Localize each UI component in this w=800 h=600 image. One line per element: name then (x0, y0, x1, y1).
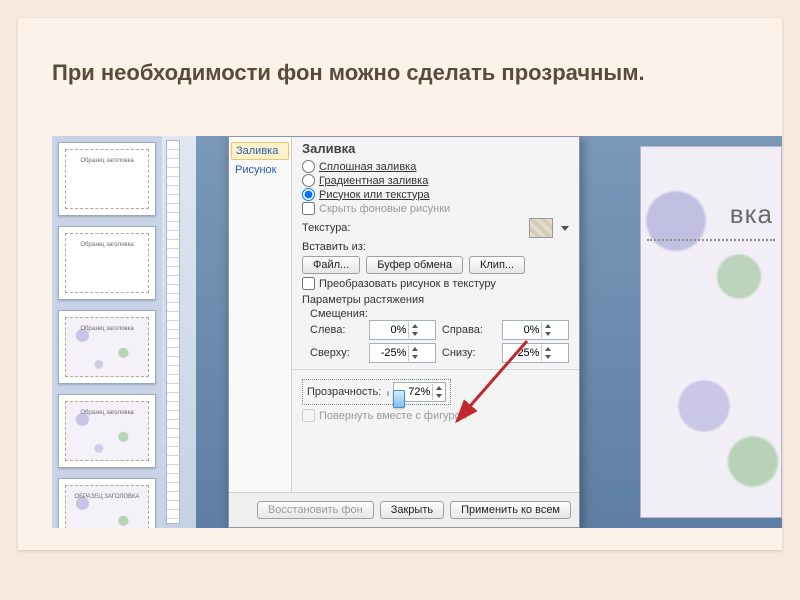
slide-thumbnail-panel: Образец заголовка Образец заголовка Обра… (52, 136, 163, 528)
screenshot-region: Образец заголовка Образец заголовка Обра… (52, 136, 782, 528)
spinner-up-icon[interactable] (433, 384, 445, 392)
vertical-ruler (162, 136, 197, 528)
offset-top-input[interactable] (370, 347, 408, 359)
dialog-content: Заливка Сплошная заливка Градиентная зал… (292, 137, 579, 493)
slide-thumbnail[interactable]: Образец заголовка (58, 142, 156, 216)
radio-gradient-fill-label: Градиентная заливка (319, 175, 428, 187)
checkbox-rotate-with-shape-label: Повернуть вместе с фигурой (319, 410, 467, 422)
thumbnail-caption: Образец заголовка (74, 410, 140, 416)
reset-background-button[interactable]: Восстановить фон (257, 501, 374, 519)
insert-from-label: Вставить из: (302, 241, 569, 253)
offset-top-spinner[interactable] (369, 343, 436, 363)
checkbox-tile-picture[interactable] (302, 277, 315, 290)
format-background-dialog: Заливка Рисунок Заливка Сплошная заливка… (228, 136, 580, 528)
spinner-down-icon[interactable] (542, 330, 554, 338)
slide-text-fragment: вка (730, 199, 773, 230)
dialog-nav-picture[interactable]: Рисунок (229, 161, 291, 179)
checkbox-rotate-with-shape (302, 409, 315, 422)
spinner-up-icon[interactable] (542, 322, 554, 330)
thumbnail-caption: Образец заголовка (74, 326, 140, 332)
placeholder-divider-icon (647, 239, 775, 241)
dialog-nav: Заливка Рисунок (229, 137, 292, 493)
offset-top-label: Сверху: (310, 347, 363, 359)
stretch-options-heading: Параметры растяжения (302, 294, 569, 306)
offset-left-label: Слева: (310, 324, 363, 336)
slide-thumbnail[interactable]: Образец заголовка (58, 226, 156, 300)
spinner-down-icon[interactable] (409, 330, 421, 338)
radio-gradient-fill[interactable] (302, 174, 315, 187)
checkbox-hide-background[interactable] (302, 202, 315, 215)
spinner-up-icon[interactable] (409, 322, 421, 330)
texture-label: Текстура: (302, 222, 351, 234)
insert-clipart-button[interactable]: Клип... (469, 256, 525, 274)
offset-right-input[interactable] (503, 324, 541, 336)
close-button[interactable]: Закрыть (380, 501, 444, 519)
spinner-up-icon[interactable] (542, 345, 554, 353)
offset-left-input[interactable] (370, 324, 408, 336)
transparency-label: Прозрачность: (307, 386, 381, 398)
separator-icon (292, 369, 579, 370)
slide-frame: При необходимости фон можно сделать проз… (18, 18, 782, 550)
insert-clipboard-button[interactable]: Буфер обмена (366, 256, 463, 274)
slider-thumb-icon[interactable] (393, 390, 405, 408)
transparency-row-highlighted: Прозрачность: (302, 379, 451, 405)
thumbnail-caption: Образец заголовка (74, 242, 140, 248)
spinner-down-icon[interactable] (542, 353, 554, 361)
slide-thumbnail[interactable]: ОБРАЗЕЦ ЗАГОЛОВКА (58, 478, 156, 528)
spinner-down-icon[interactable] (409, 353, 421, 361)
thumbnail-caption: Образец заголовка (74, 158, 140, 164)
slide-thumbnail[interactable]: Образец заголовка (58, 394, 156, 468)
offset-bottom-input[interactable] (503, 347, 541, 359)
apply-to-all-button[interactable]: Применить ко всем (450, 501, 571, 519)
texture-dropdown-icon[interactable] (561, 226, 569, 231)
insert-file-button[interactable]: Файл... (302, 256, 360, 274)
offsets-label: Смещения: (310, 308, 569, 320)
checkbox-tile-picture-label: Преобразовать рисунок в текстуру (319, 278, 496, 290)
thumbnail-caption: ОБРАЗЕЦ ЗАГОЛОВКА (74, 494, 140, 500)
texture-swatch[interactable] (529, 218, 553, 238)
dialog-footer: Восстановить фон Закрыть Применить ко вс… (229, 492, 579, 527)
offset-right-spinner[interactable] (502, 320, 569, 340)
radio-picture-fill-label: Рисунок или текстура (319, 189, 430, 201)
radio-solid-fill-label: Сплошная заливка (319, 161, 416, 173)
offset-bottom-label: Снизу: (442, 347, 497, 359)
spinner-down-icon[interactable] (433, 392, 445, 400)
slide-title: При необходимости фон можно сделать проз… (52, 60, 748, 86)
offset-left-spinner[interactable] (369, 320, 436, 340)
slide-thumbnail[interactable]: Образец заголовка (58, 310, 156, 384)
spinner-up-icon[interactable] (409, 345, 421, 353)
dialog-heading: Заливка (302, 141, 569, 156)
radio-solid-fill[interactable] (302, 160, 315, 173)
offset-bottom-spinner[interactable] (502, 343, 569, 363)
radio-picture-fill[interactable] (302, 188, 315, 201)
background-slide-preview: вка (640, 146, 782, 518)
checkbox-hide-background-label: Скрыть фоновые рисунки (319, 203, 450, 215)
dialog-nav-fill[interactable]: Заливка (231, 142, 289, 160)
offset-right-label: Справа: (442, 324, 497, 336)
